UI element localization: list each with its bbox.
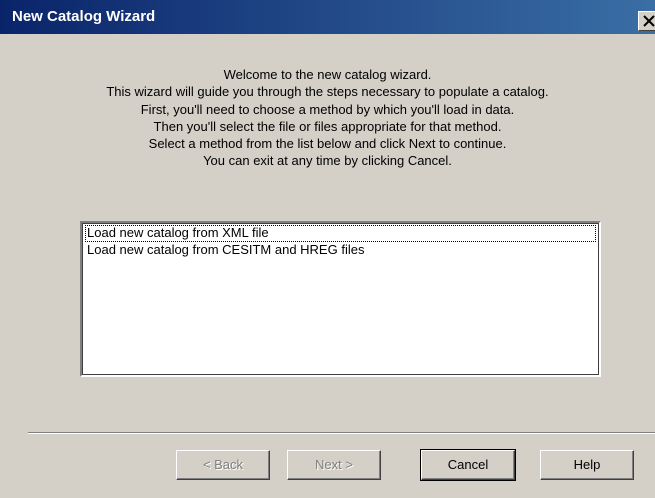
- title-bar[interactable]: New Catalog Wizard: [0, 0, 655, 34]
- cancel-button[interactable]: Cancel: [420, 449, 516, 481]
- help-button-label: Help: [573, 457, 601, 472]
- back-button[interactable]: < Back: [176, 450, 270, 480]
- intro-text: Welcome to the new catalog wizard. This …: [0, 66, 655, 170]
- close-button[interactable]: [638, 11, 655, 31]
- intro-line: Then you'll select the file or files app…: [153, 118, 502, 134]
- next-button-label: Next >: [315, 457, 353, 472]
- separator: [28, 432, 655, 434]
- intro-line: First, you'll need to choose a method by…: [140, 101, 515, 117]
- method-listbox[interactable]: Load new catalog from XML file Load new …: [80, 221, 601, 377]
- cancel-button-label: Cancel: [447, 457, 489, 472]
- intro-line: You can exit at any time by clicking Can…: [203, 153, 452, 169]
- window-title: New Catalog Wizard: [12, 8, 156, 25]
- back-button-label: < Back: [202, 457, 244, 472]
- method-item-cesitm-hreg[interactable]: Load new catalog from CESITM and HREG fi…: [85, 242, 596, 259]
- help-button[interactable]: Help: [540, 450, 634, 480]
- intro-line: This wizard will guide you through the s…: [106, 84, 549, 100]
- next-button[interactable]: Next >: [287, 450, 381, 480]
- intro-line: Welcome to the new catalog wizard.: [223, 67, 432, 82]
- new-catalog-wizard-dialog: New Catalog Wizard Welcome to the new ca…: [0, 0, 655, 498]
- method-item-xml[interactable]: Load new catalog from XML file: [85, 225, 596, 242]
- close-icon: [643, 15, 655, 27]
- intro-line: Select a method from the list below and …: [148, 136, 507, 152]
